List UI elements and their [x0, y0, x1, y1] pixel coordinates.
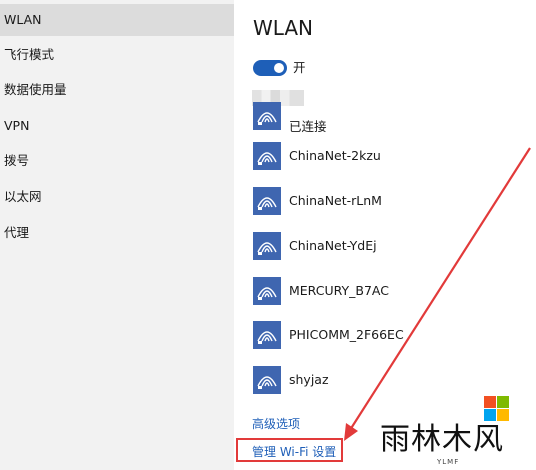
wifi-icon [253, 277, 281, 305]
sidebar-item-dialup[interactable]: 拨号 [0, 145, 234, 177]
sidebar-item-vpn[interactable]: VPN [0, 110, 234, 142]
wifi-icon [253, 187, 281, 215]
sidebar-item-label: 代理 [4, 225, 30, 240]
sidebar-item-label: 以太网 [4, 189, 42, 204]
sidebar: WLAN 飞行模式 数据使用量 VPN 拨号 以太网 代理 [0, 0, 234, 470]
network-name: PHICOMM_2F66EC [289, 327, 404, 342]
wifi-icon [253, 366, 281, 394]
network-item[interactable]: ChinaNet-2kzu [253, 142, 523, 176]
page-title: WLAN [253, 16, 314, 40]
wlan-toggle[interactable] [253, 60, 287, 76]
sidebar-item-airplane-mode[interactable]: 飞行模式 [0, 39, 234, 71]
sidebar-item-proxy[interactable]: 代理 [0, 217, 234, 249]
sidebar-item-label: 拨号 [4, 153, 30, 168]
wifi-icon [253, 321, 281, 349]
wifi-icon [253, 232, 281, 260]
sidebar-item-label: 飞行模式 [4, 47, 55, 62]
sidebar-item-label: VPN [4, 118, 30, 133]
highlight-box [236, 438, 343, 462]
network-name: ChinaNet-rLnM [289, 193, 382, 208]
sidebar-item-wlan[interactable]: WLAN [0, 4, 234, 36]
network-item-connected[interactable]: 已连接 [253, 102, 523, 136]
network-name: shyjaz [289, 372, 329, 387]
watermark-subtext: YLMF [437, 458, 460, 466]
network-name: ChinaNet-YdEj [289, 238, 377, 253]
wifi-icon [253, 142, 281, 170]
sidebar-item-data-usage[interactable]: 数据使用量 [0, 74, 234, 106]
network-status: 已连接 [289, 119, 327, 134]
sidebar-item-label: WLAN [4, 12, 42, 27]
watermark-text: 雨林木风 [380, 422, 504, 457]
settings-window: WLAN 飞行模式 数据使用量 VPN 拨号 以太网 代理 WLAN 开 已连接… [0, 0, 536, 470]
network-item[interactable]: ChinaNet-YdEj [253, 232, 523, 266]
toggle-state-label: 开 [293, 60, 306, 75]
advanced-options-link[interactable]: 高级选项 [252, 416, 300, 432]
toggle-knob [274, 63, 284, 73]
network-item[interactable]: ChinaNet-rLnM [253, 187, 523, 221]
network-name: ChinaNet-2kzu [289, 148, 381, 163]
wifi-icon [253, 102, 281, 130]
network-item[interactable]: MERCURY_B7AC [253, 277, 523, 311]
sidebar-item-ethernet[interactable]: 以太网 [0, 181, 234, 213]
sidebar-item-label: 数据使用量 [4, 82, 67, 97]
network-item[interactable]: PHICOMM_2F66EC [253, 321, 523, 355]
network-name: MERCURY_B7AC [289, 283, 389, 298]
